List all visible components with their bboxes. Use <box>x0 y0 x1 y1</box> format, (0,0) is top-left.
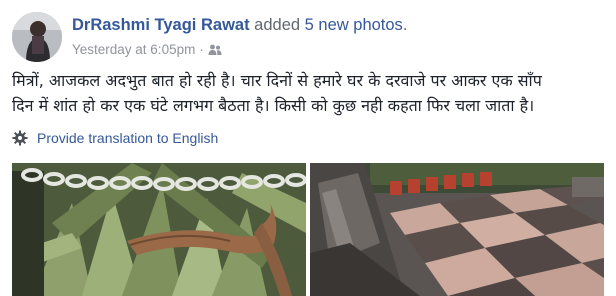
action-prefix: added <box>254 16 301 34</box>
action-suffix: . <box>402 16 408 34</box>
author-avatar[interactable] <box>12 12 62 62</box>
avatar-image <box>12 12 62 62</box>
translation-link[interactable]: Provide translation to English <box>12 130 218 146</box>
post-meta: Yesterday at 6:05pm · <box>72 41 222 59</box>
translation-link-label[interactable]: Provide translation to English <box>37 130 218 146</box>
photo-grid <box>12 163 604 296</box>
meta-separator: · <box>199 42 204 57</box>
post-message-line: मित्रों, आजकल अदभुत बात हो रही है। चार द… <box>12 71 542 90</box>
post-message-line: दिन में शांत हो कर एक घंटे लगभग बैठता है… <box>12 96 535 115</box>
post-message: मित्रों, आजकल अदभुत बात हो रही है। चार द… <box>12 68 608 118</box>
gear-icon <box>12 130 28 146</box>
author-name-link[interactable]: DrRashmi Tyagi Rawat <box>72 16 250 34</box>
feed-post: DrRashmi Tyagi Rawat added 5 new photos.… <box>0 0 616 296</box>
photo-tiled-floor <box>310 163 604 296</box>
photo-thumbnail[interactable] <box>12 163 306 296</box>
post-title-line: DrRashmi Tyagi Rawat added 5 new photos. <box>72 15 407 35</box>
post-header: DrRashmi Tyagi Rawat added 5 new photos.… <box>12 12 602 68</box>
friends-icon[interactable] <box>208 44 222 56</box>
photo-chain-snake <box>12 163 306 296</box>
timestamp-link[interactable]: Yesterday at 6:05pm <box>72 41 195 59</box>
photos-link[interactable]: 5 new photos <box>305 16 403 34</box>
photo-thumbnail[interactable] <box>310 163 604 296</box>
